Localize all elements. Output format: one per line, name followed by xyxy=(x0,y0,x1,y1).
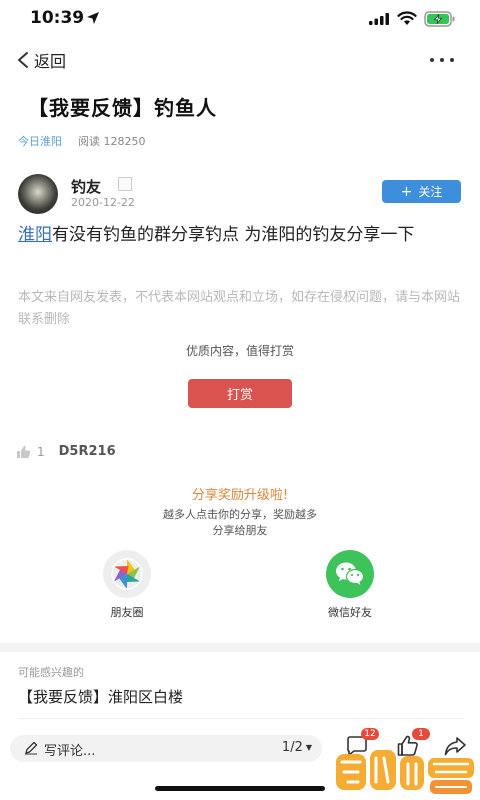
comment-placeholder: 写评论... xyxy=(44,744,96,759)
share-moments-button[interactable]: 朋友圈 xyxy=(82,550,172,620)
source-link[interactable]: 今日淮阳 xyxy=(18,133,62,149)
comment-input[interactable]: 写评论... 1/2 ▼ xyxy=(10,735,322,762)
content-body: 有没有钓鱼的群分享钓点 为淮阳的钓友分享一下 xyxy=(52,225,415,245)
more-button[interactable] xyxy=(430,50,454,70)
like-count: 1 xyxy=(37,444,45,459)
location-link[interactable]: 淮阳 xyxy=(18,225,52,245)
caret-down-icon: ▼ xyxy=(305,743,312,752)
page-indicator-label: 1/2 xyxy=(281,740,303,755)
like-user[interactable]: D5R216 xyxy=(59,444,116,459)
comment-count-badge: 12 xyxy=(361,728,379,740)
battery-charging-icon xyxy=(424,11,455,27)
status-time: 10:39 xyxy=(30,8,85,28)
more-dots-icon xyxy=(450,58,454,62)
share-subtitle-2: 分享给朋友 xyxy=(212,524,268,537)
like-count-badge: 1 xyxy=(412,728,430,740)
share-subtitle: 越多人点击你的分享，奖励越多 xyxy=(163,508,317,521)
nav-bar: 返回 xyxy=(0,40,480,80)
post-date: 2020-12-22 xyxy=(71,196,135,209)
status-bar: 10:39 xyxy=(0,0,480,40)
share-wechat-button[interactable]: 微信好友 xyxy=(305,550,395,620)
read-count: 阅读 128250 xyxy=(78,135,146,148)
pencil-icon xyxy=(25,741,38,755)
article-content: 淮阳有没有钓鱼的群分享钓点 为淮阳的钓友分享一下 xyxy=(18,222,466,249)
back-button[interactable]: 返回 xyxy=(16,48,66,72)
related-heading: 可能感兴趣的 xyxy=(18,666,84,679)
share-panel: 分享奖励升级啦! 越多人点击你的分享，奖励越多 分享给朋友 朋友圈 微信好友 xyxy=(0,470,480,642)
page-selector[interactable]: 1/2 ▼ xyxy=(282,740,312,755)
reward-prompt: 优质内容，值得打赏 xyxy=(185,344,294,358)
share-title: 分享奖励升级啦! xyxy=(191,488,289,503)
wifi-icon xyxy=(397,11,417,25)
chevron-left-icon xyxy=(18,52,28,68)
plus-icon: + xyxy=(400,183,413,200)
article-title: 【我要反馈】钓鱼人 xyxy=(28,96,217,120)
more-dots-icon xyxy=(440,58,444,62)
avatar[interactable] xyxy=(18,174,58,214)
disclaimer-text: 本文来自网友发表，不代表本网站观点和立场，如存在侵权问题，请与本网站联系删除 xyxy=(18,290,461,327)
author-row: 钓友 2020-12-22 + 关注 xyxy=(18,174,462,214)
cellular-signal-icon xyxy=(369,13,389,25)
more-dots-icon xyxy=(430,58,434,62)
location-arrow-icon xyxy=(87,12,99,24)
author-name[interactable]: 钓友 xyxy=(71,176,101,197)
follow-label: 关注 xyxy=(418,185,443,199)
related-divider xyxy=(18,718,464,719)
section-divider xyxy=(0,643,480,652)
author-badge-icon xyxy=(118,177,132,191)
likes-row: 1 D5R216 xyxy=(16,444,116,459)
wechat-icon xyxy=(326,550,374,598)
back-label: 返回 xyxy=(34,52,67,71)
moments-label: 朋友圈 xyxy=(110,606,144,619)
watermark-logo xyxy=(336,750,474,794)
related-article-link[interactable]: 【我要反馈】淮阳区白楼 xyxy=(18,686,183,707)
reward-button[interactable]: 打赏 xyxy=(188,379,292,408)
article-meta: 今日淮阳 阅读 128250 xyxy=(18,133,146,149)
thumbs-up-icon xyxy=(17,445,31,458)
follow-button[interactable]: + 关注 xyxy=(382,180,461,203)
home-indicator xyxy=(155,786,325,791)
wechat-label: 微信好友 xyxy=(328,606,372,619)
moments-aperture-icon xyxy=(103,550,151,598)
